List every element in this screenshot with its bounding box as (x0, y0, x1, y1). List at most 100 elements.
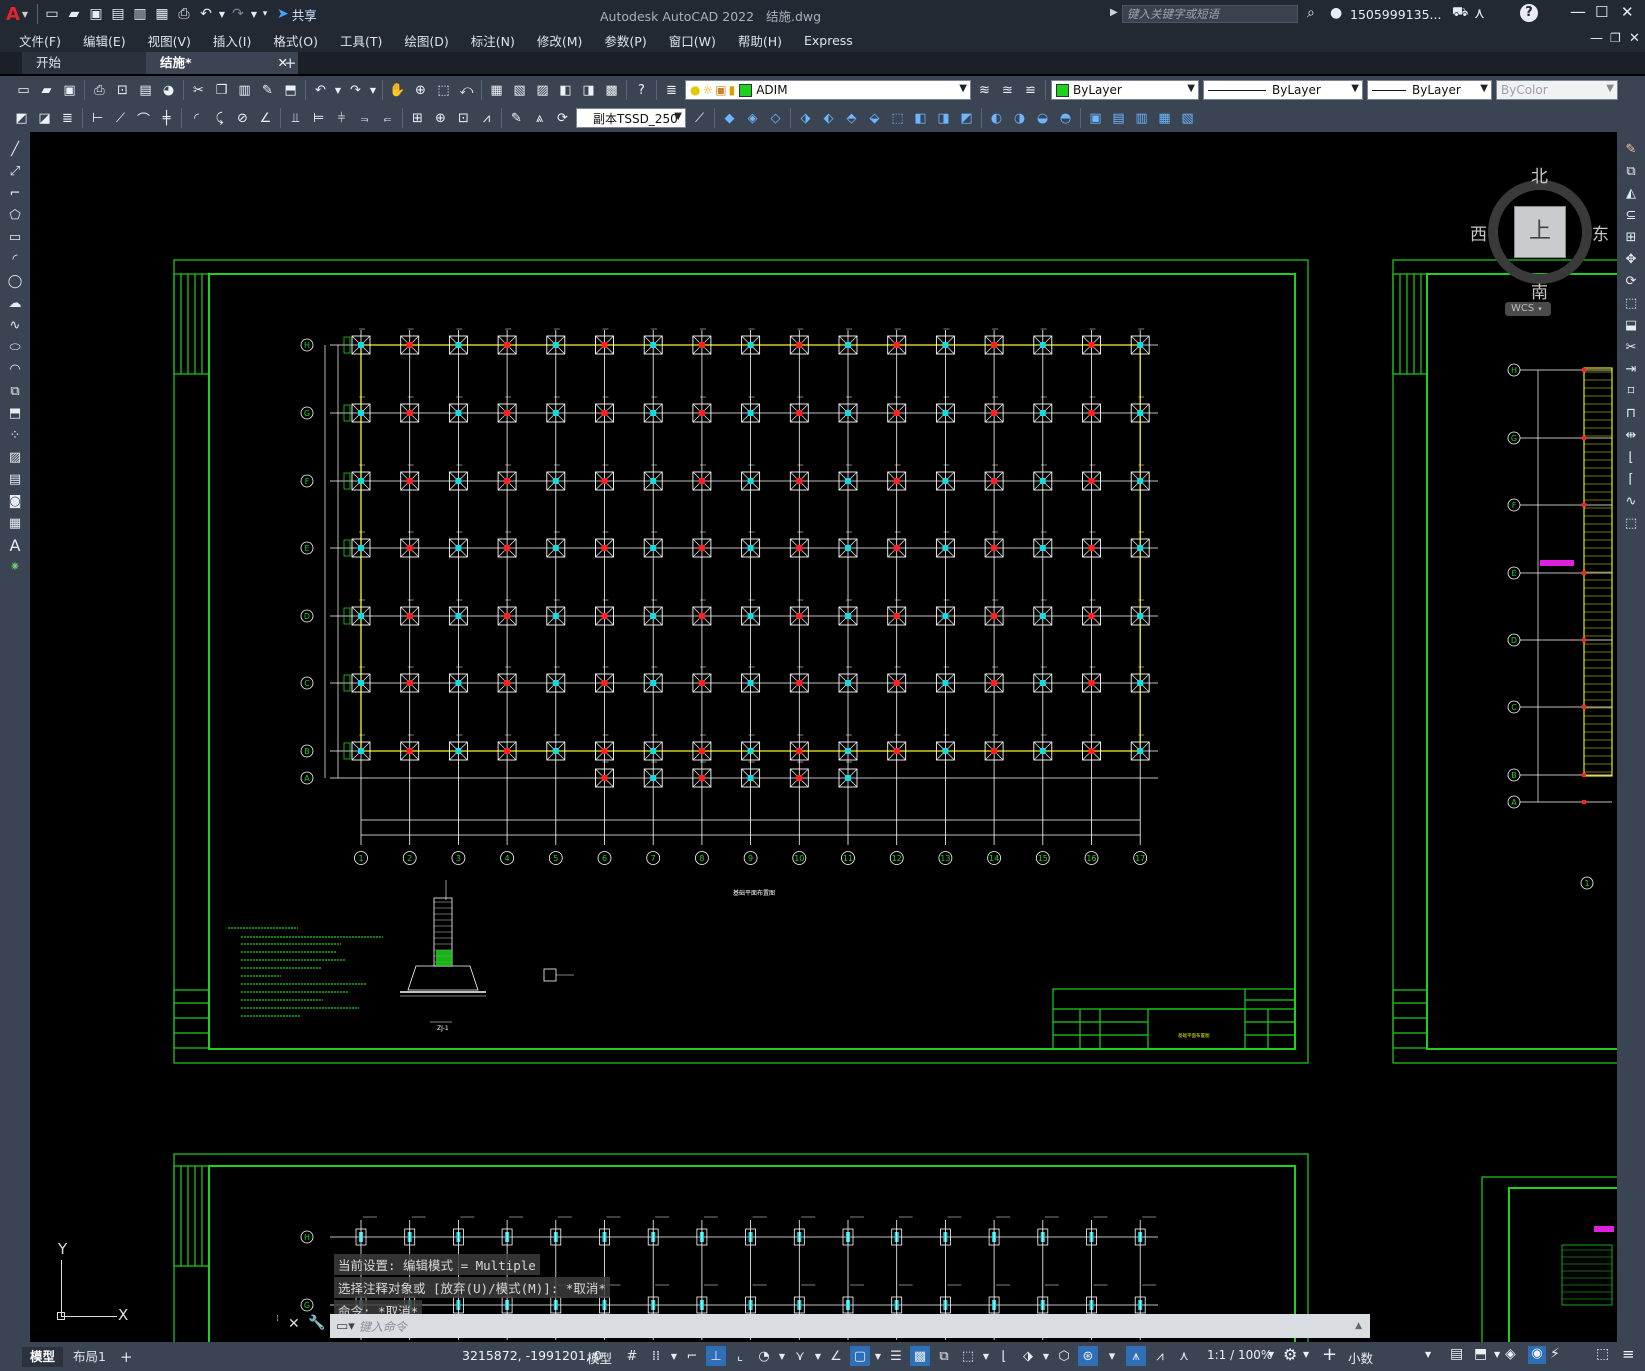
revcloud-icon[interactable]: ☁ (3, 292, 27, 314)
annotation-autoscale-icon[interactable]: ⩚ (1126, 1346, 1146, 1366)
zoom-realtime-icon[interactable]: ⊕ (411, 81, 430, 100)
trim-icon[interactable]: ✂ (1619, 336, 1643, 358)
layout-tab-layout1[interactable]: 布局1 (63, 1347, 116, 1367)
clean-screen-icon[interactable]: ⬚ (1596, 1346, 1609, 1362)
linear-dim-icon[interactable]: ⊢ (88, 109, 107, 128)
aligned-dim-icon[interactable]: ⟋ (111, 109, 130, 128)
point-icon[interactable]: ⁘ (3, 424, 27, 446)
menu-tools[interactable]: 工具(T) (329, 31, 393, 50)
app-menu-button[interactable]: A ▼ (0, 0, 34, 28)
tool-p-icon[interactable]: ◑ (1010, 109, 1029, 128)
save-icon[interactable]: ▣ (60, 81, 79, 100)
viewcube-south[interactable]: 南 (1531, 278, 1548, 303)
rotate-icon[interactable]: ⟳ (1619, 270, 1643, 292)
transparency-icon[interactable]: ▩ (910, 1346, 930, 1366)
layer-states-icon[interactable]: ≌ (1021, 81, 1040, 100)
menu-edit[interactable]: 编辑(E) (72, 31, 137, 50)
3d-osnap-icon[interactable]: ⬚ (958, 1346, 978, 1366)
new-icon[interactable]: ▭ (14, 81, 33, 100)
close-window-icon[interactable]: ✕ (1621, 3, 1634, 21)
polygon-icon[interactable]: ⬠ (3, 204, 27, 226)
menu-parametric[interactable]: 参数(P) (593, 31, 657, 50)
object-snap-icon[interactable]: ▢ (850, 1346, 870, 1366)
ordinate-dim-icon[interactable]: ╪ (157, 109, 176, 128)
redo-dropdown-icon[interactable]: ▼ (250, 4, 258, 24)
wcs-menu-button[interactable]: WCS ▾ (1505, 302, 1551, 316)
tool-c-icon[interactable]: ≣ (58, 109, 77, 128)
menu-window[interactable]: 窗口(W) (658, 31, 727, 50)
web-open-icon[interactable]: ▥ (130, 4, 150, 24)
pan-icon[interactable]: ✋ (388, 81, 407, 100)
drawing-canvas[interactable]: H G F E D C B A 1 2 3 4 5 6 7 8 9 10 11 12 13 14 15 16 17 HGFEDC… (30, 132, 1617, 1342)
lineweight-dropdown[interactable]: ByLayer ▼ (1367, 80, 1492, 100)
dynamic-ucs-icon[interactable]: ⌊ (994, 1346, 1014, 1366)
paste-icon[interactable]: ▥ (235, 81, 254, 100)
tool-s-icon[interactable]: ▣ (1086, 109, 1105, 128)
doc-restore-icon[interactable]: ❐ (1610, 31, 1621, 45)
tool-j-icon[interactable]: ⬙ (865, 109, 884, 128)
angular-dim-icon[interactable]: ∠ (256, 109, 275, 128)
cut-icon[interactable]: ✂ (189, 81, 208, 100)
command-line-grip[interactable]: ⁞ (276, 1314, 282, 1338)
dimstyle-manager-icon[interactable]: ⟋ (690, 109, 709, 128)
user-name[interactable]: 1505999135... (1350, 7, 1441, 22)
dynamic-input-icon[interactable]: ⊥ (706, 1346, 726, 1366)
tool-a-icon[interactable]: ◩ (12, 109, 31, 128)
snap-dropdown-icon[interactable]: ▼ (670, 1346, 678, 1366)
hardware-acceleration-icon[interactable]: ◉ (1528, 1346, 1546, 1364)
mtext-icon[interactable]: A (3, 534, 27, 556)
continue-dim-icon[interactable]: ⫩ (332, 109, 351, 128)
stretch-icon[interactable]: ⬓ (1619, 314, 1643, 336)
snap-mode-icon[interactable]: ⁞⁞ (646, 1346, 666, 1366)
selection-cycling-icon[interactable]: ⧉ (934, 1346, 954, 1366)
break-at-point-icon[interactable]: ⌑ (1619, 380, 1643, 402)
tolerance-icon[interactable]: ⊞ (408, 109, 427, 128)
viewcube[interactable]: 上 北 南 西 东 (1468, 162, 1609, 303)
doc-minimize-icon[interactable]: — (1590, 31, 1603, 46)
jogged-linear-icon[interactable]: ⩘ (477, 109, 496, 128)
hatch-icon[interactable]: ▨ (3, 446, 27, 468)
new-tab-button[interactable]: + (284, 52, 297, 74)
tool-t-icon[interactable]: ▤ (1109, 109, 1128, 128)
gradient-icon[interactable]: ▤ (3, 468, 27, 490)
region-icon[interactable]: ◙ (3, 490, 27, 512)
annotation-scale-dropdown[interactable]: 1:1 / 100% (1207, 1348, 1272, 1362)
open-folder-icon[interactable]: ▰ (64, 4, 84, 24)
annotation-monitor-icon[interactable]: + (1322, 1344, 1337, 1365)
design-center-icon[interactable]: ▧ (510, 81, 529, 100)
scale-dropdown-icon[interactable]: ▼ (1268, 1350, 1274, 1359)
radius-dim-icon[interactable]: ◜ (187, 109, 206, 128)
menu-help[interactable]: 帮助(H) (727, 31, 793, 50)
zoom-window-icon[interactable]: ⬚ (434, 81, 453, 100)
erase-icon[interactable]: ✎ (1619, 138, 1643, 160)
selection-filter-icon[interactable]: ⬗ (1018, 1346, 1038, 1366)
arc-icon[interactable]: ◜ (3, 248, 27, 270)
ellipse-icon[interactable]: ⬭ (3, 336, 27, 358)
quick-properties-icon[interactable]: ▤ (1450, 1346, 1463, 1362)
isodraft-icon[interactable]: ⋎ (790, 1346, 810, 1366)
make-current-layer-icon[interactable]: ≋ (975, 81, 994, 100)
block-editor-icon[interactable]: ⬒ (281, 81, 300, 100)
mirror-icon[interactable]: ◭ (1619, 182, 1643, 204)
plotstyle-dropdown[interactable]: ByColor ▼ (1496, 80, 1618, 100)
command-customize-icon[interactable]: 🔧 (308, 1315, 325, 1331)
scale-icon[interactable]: ⬚ (1619, 292, 1643, 314)
lineweight-icon[interactable]: ☰ (886, 1346, 906, 1366)
menu-express[interactable]: Express (793, 33, 864, 48)
command-input[interactable]: ▭▾ 键入命令 ▲ (330, 1314, 1370, 1338)
dim-break-icon[interactable]: ⫭ (378, 109, 397, 128)
command-close-icon[interactable]: ✕ (288, 1316, 300, 1332)
customize-quick-access-icon[interactable]: ▾ (260, 4, 270, 24)
menu-file[interactable]: 文件(F) (8, 31, 72, 50)
layer-properties-icon[interactable]: ≣ (662, 81, 681, 100)
markup-icon[interactable]: ◨ (579, 81, 598, 100)
search-input[interactable]: 键入关键字或短语 (1122, 5, 1298, 23)
inspection-icon[interactable]: ⊡ (454, 109, 473, 128)
dimstyle-dropdown[interactable]: 副本TSSD_250 ▼ (576, 108, 686, 128)
command-history-toggle-icon[interactable]: ▲ (1355, 1321, 1362, 1331)
jogged-dim-icon[interactable]: ⤹ (210, 109, 229, 128)
tool-q-icon[interactable]: ◒ (1033, 109, 1052, 128)
publish-icon[interactable]: ▤ (136, 81, 155, 100)
layer-previous-icon[interactable]: ≊ (998, 81, 1017, 100)
save-as-icon[interactable]: ▤ (108, 4, 128, 24)
